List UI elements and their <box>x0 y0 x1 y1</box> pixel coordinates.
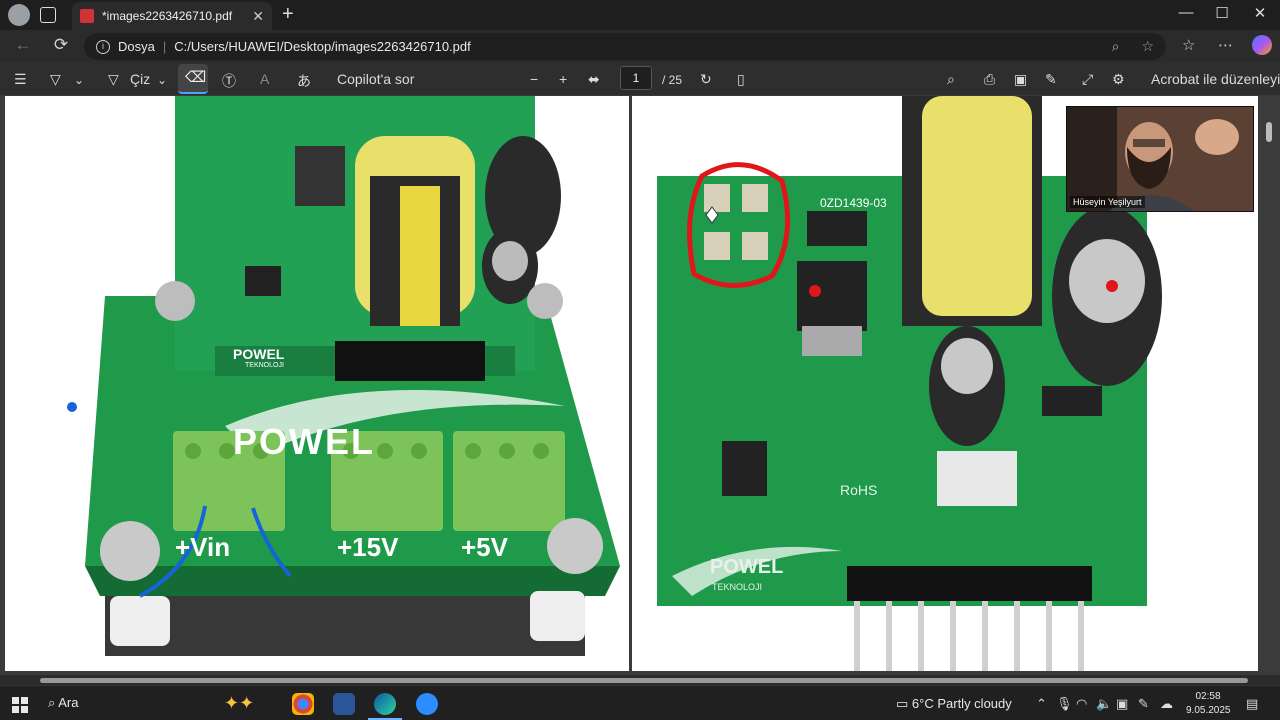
rotate-icon[interactable]: ↻ <box>700 71 712 88</box>
pcb-photo-left <box>67 96 620 656</box>
chevron-up-icon[interactable]: ⌃ <box>1036 696 1047 712</box>
clock-time: 02:58 <box>1195 691 1221 702</box>
new-tab-button[interactable]: + <box>282 3 294 26</box>
address-label: Dosya <box>118 39 155 54</box>
clock-date: 9.05.2025 <box>1186 705 1231 716</box>
screen-share-icon[interactable]: ▣ <box>1116 696 1128 712</box>
eraser-button[interactable]: ⌫ <box>178 64 208 94</box>
maximize-button[interactable]: ☐ <box>1212 4 1232 22</box>
edge-app-icon[interactable] <box>374 693 396 715</box>
search-icon[interactable]: ⌕ <box>947 71 955 88</box>
weather-widget[interactable]: ▭ 6°C Partly cloudy <box>896 696 1012 712</box>
print-icon[interactable]: ⎙ <box>984 71 995 88</box>
participant-name: Hüseyin Yeşilyurt <box>1070 196 1145 208</box>
favorites-icon[interactable]: ☆ <box>1182 36 1195 54</box>
address-bar-row: ← ⟳ i Dosya | C:/Users/HUAWEI/Desktop/im… <box>0 30 1280 62</box>
volume-icon[interactable]: 🔈 <box>1096 696 1112 712</box>
close-window-button[interactable]: ✕ <box>1250 4 1270 22</box>
fit-page-icon[interactable]: ⬌ <box>588 71 600 88</box>
video-call-overlay[interactable]: Hüseyin Yeşilyurt <box>1066 106 1254 212</box>
info-icon[interactable]: i <box>96 39 110 54</box>
vertical-scroll-thumb[interactable] <box>1266 122 1272 142</box>
minimize-button[interactable]: — <box>1176 4 1196 21</box>
tab-active-pdf[interactable]: *images2263426710.pdf ✕ <box>72 2 272 30</box>
copilot-icon[interactable] <box>1252 35 1272 55</box>
tab-title: *images2263426710.pdf <box>102 9 233 23</box>
more-menu-icon[interactable]: ⋯ <box>1218 36 1233 54</box>
save-icon[interactable]: ▣ <box>1014 71 1027 88</box>
profile-avatar[interactable] <box>8 4 30 26</box>
module-brand-text: POWEL <box>233 346 285 362</box>
highlight-icon[interactable]: ▽ <box>50 71 61 88</box>
copilot-ask-button[interactable]: Copilot'a sor <box>337 71 414 87</box>
microphone-icon[interactable]: 🎙 <box>1056 696 1073 712</box>
zoom-app-icon[interactable] <box>416 693 438 715</box>
start-windows-icon[interactable] <box>12 697 28 713</box>
refresh-button[interactable]: ⟳ <box>50 35 72 55</box>
chip-code-text: 0ZD1439-03 <box>820 196 887 210</box>
chevron-down-icon[interactable]: ⌄ <box>74 73 84 87</box>
address-separator: | <box>162 39 167 54</box>
text-format-icon[interactable]: A <box>260 71 269 87</box>
horizontal-scroll-thumb[interactable] <box>40 678 1248 683</box>
taskbar: ⌕ Ara ✦✦ ▭ 6°C Partly cloudy ⌃ 🎙 ◠ 🔈 ▣ ✎… <box>0 685 1280 720</box>
weather-icon: ▭ <box>896 696 912 711</box>
save-as-icon[interactable]: ✎ <box>1045 71 1057 88</box>
board-brand-text: POWEL <box>710 556 784 578</box>
vertical-scrollbar[interactable] <box>1264 100 1274 666</box>
fullscreen-icon[interactable]: ⤢ <box>1082 71 1093 88</box>
clock[interactable]: 02:58 9.05.2025 <box>1186 690 1231 718</box>
v15-label: +15V <box>337 532 399 562</box>
eraser-icon: ⌫ <box>185 69 207 86</box>
notification-icon[interactable]: ▤ <box>1246 696 1258 712</box>
pdf-page-left: POWEL +Vin +15V +5V POWEL TEKNOLOJI <box>5 96 629 671</box>
page-number-input[interactable]: 1 <box>620 66 652 90</box>
text-box-icon[interactable]: Ⓣ <box>222 71 236 91</box>
page-view-icon[interactable]: ▯ <box>737 71 745 88</box>
taskbar-search[interactable]: ⌕ Ara <box>48 695 78 711</box>
total-pages: / 25 <box>662 73 683 87</box>
chevron-down-icon[interactable]: ⌄ <box>157 73 167 87</box>
word-app-icon[interactable] <box>333 693 355 715</box>
title-bar: *images2263426710.pdf ✕ + — ☐ ✕ <box>0 0 1280 30</box>
rohs-text: RoHS <box>840 482 878 498</box>
chrome-app-icon[interactable] <box>292 693 314 715</box>
tab-actions-icon[interactable] <box>40 7 56 23</box>
taskbar-search-label: Ara <box>58 695 79 710</box>
favorite-star-icon[interactable]: ☆ <box>1141 38 1154 55</box>
horizontal-scrollbar[interactable] <box>0 675 1280 685</box>
read-aloud-icon[interactable]: あ <box>297 71 311 91</box>
zoom-in-button[interactable]: + <box>559 71 567 87</box>
v5-label: +5V <box>461 532 508 562</box>
address-input[interactable]: i Dosya | C:/Users/HUAWEI/Desktop/images… <box>84 33 1166 60</box>
acrobat-edit-button[interactable]: Acrobat ile düzenleyin <box>1151 71 1280 87</box>
settings-gear-icon[interactable]: ⚙ <box>1112 71 1125 88</box>
pen-icon[interactable]: ✎ <box>1138 696 1149 712</box>
draw-icon[interactable]: ▽ <box>108 71 119 88</box>
board-brand-text: POWEL <box>233 421 375 462</box>
zoom-icon[interactable]: ⌕ <box>1112 38 1120 55</box>
wifi-icon[interactable]: ◠ <box>1076 696 1087 712</box>
vin-label: +Vin <box>175 532 231 562</box>
tab-close-icon[interactable]: ✕ <box>252 8 264 25</box>
contents-icon[interactable]: ☰ <box>14 71 27 88</box>
module-sub-text: TEKNOLOJI <box>245 362 284 369</box>
pdf-icon <box>80 9 94 23</box>
copilot-sparkle-icon[interactable]: ✦✦ <box>224 693 254 714</box>
board-sub-text: TEKNOLOJI <box>712 582 763 592</box>
zoom-out-button[interactable]: − <box>530 71 538 87</box>
back-button[interactable]: ← <box>12 35 34 55</box>
cloud-icon[interactable]: ☁ <box>1160 696 1173 712</box>
search-icon: ⌕ <box>48 695 59 710</box>
weather-text: 6°C Partly cloudy <box>911 696 1012 711</box>
draw-label[interactable]: Çiz <box>130 71 150 87</box>
address-url: C:/Users/HUAWEI/Desktop/images2263426710… <box>174 39 471 54</box>
